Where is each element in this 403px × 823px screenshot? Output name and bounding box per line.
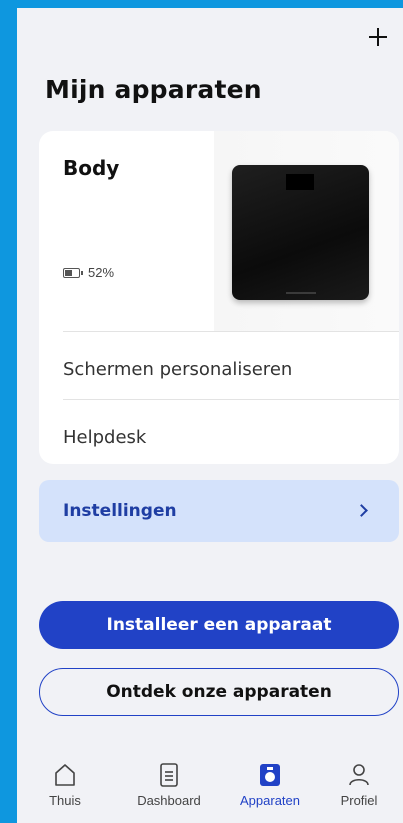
page-title: Mijn apparaten: [45, 75, 262, 104]
device-name: Body: [63, 156, 120, 180]
settings-label: Instellingen: [63, 501, 177, 521]
app-screen: Mijn apparaten Body 52% Schermen persona…: [17, 8, 403, 823]
menu-item-label: Helpdesk: [63, 427, 147, 448]
menu-item-helpdesk[interactable]: Helpdesk: [39, 407, 399, 467]
battery-percentage: 52%: [88, 265, 115, 280]
battery-fill: [65, 269, 72, 276]
device-summary[interactable]: Body 52%: [39, 131, 399, 331]
battery-status: 52%: [63, 265, 114, 280]
device-card: Body 52% Schermen personaliseren Helpdes…: [39, 131, 399, 464]
scale-image: [232, 165, 369, 300]
chevron-right-icon: [355, 504, 368, 517]
battery-icon: [63, 267, 83, 278]
install-device-button[interactable]: Installeer een apparaat: [39, 601, 399, 649]
tab-label: Apparaten: [240, 793, 300, 808]
devices-icon: [260, 764, 280, 786]
tab-label: Thuis: [49, 793, 81, 808]
tab-devices[interactable]: Apparaten: [225, 752, 315, 823]
menu-item-personalize-screens[interactable]: Schermen personaliseren: [39, 339, 399, 399]
settings-row[interactable]: Instellingen: [39, 480, 399, 542]
divider: [63, 399, 399, 400]
top-bar: [17, 8, 403, 68]
tab-profile[interactable]: Profiel: [314, 752, 403, 823]
tab-label: Profiel: [340, 793, 378, 808]
tab-home[interactable]: Thuis: [20, 752, 110, 823]
scale-display: [286, 174, 314, 190]
divider: [63, 331, 399, 332]
discover-devices-button[interactable]: Ontdek onze apparaten: [39, 668, 399, 716]
home-icon: [55, 764, 75, 786]
scale-brand-mark: [286, 292, 316, 294]
tab-dashboard[interactable]: Dashboard: [124, 752, 214, 823]
dashboard-icon: [160, 763, 178, 787]
profile-icon: [349, 764, 369, 786]
tab-label: Dashboard: [137, 793, 201, 808]
plus-icon[interactable]: [367, 26, 389, 48]
bottom-tab-bar: Thuis Dashboard Apparaten Profiel: [17, 752, 403, 823]
menu-item-label: Schermen personaliseren: [63, 359, 293, 380]
